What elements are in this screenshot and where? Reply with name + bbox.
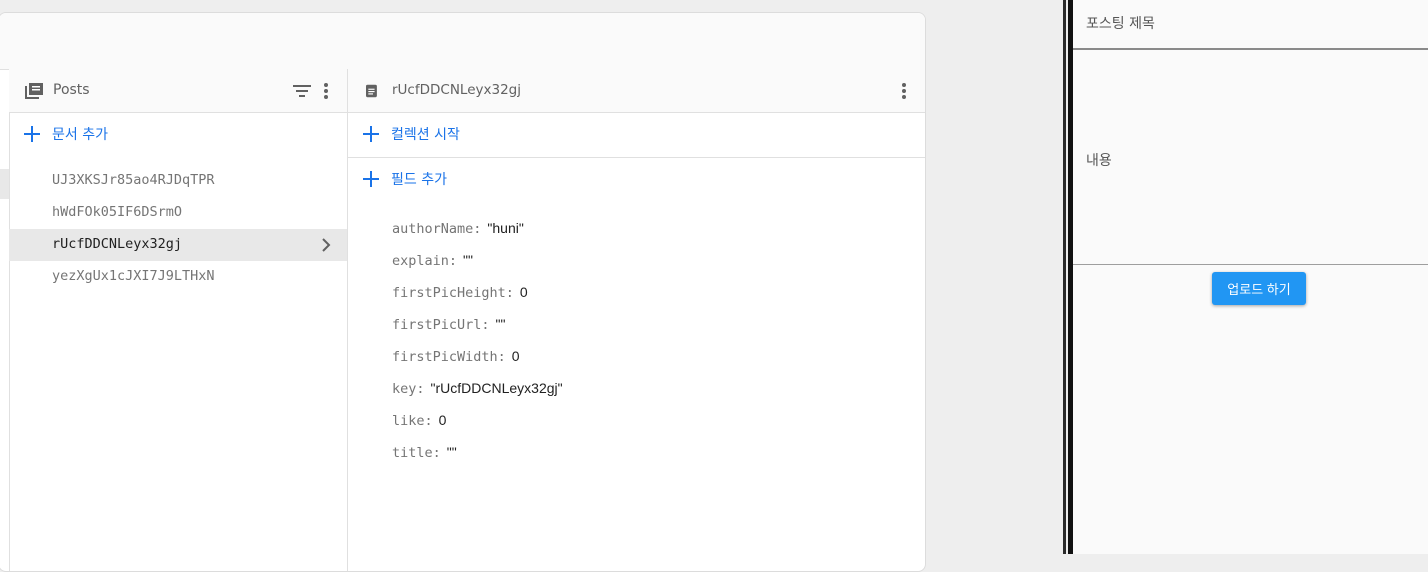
plus-icon: [23, 125, 41, 143]
document-more-menu-icon[interactable]: [893, 80, 915, 102]
field-value: "": [463, 252, 473, 268]
field-row[interactable]: like: 0: [348, 405, 925, 437]
post-content-field[interactable]: 내용: [1073, 50, 1428, 265]
field-key: like:: [392, 413, 433, 429]
field-value: "": [495, 316, 506, 332]
field-key: firstPicWidth:: [392, 349, 506, 365]
filter-icon[interactable]: [291, 80, 313, 102]
posts-column-header: Posts: [9, 69, 347, 113]
document-list-item-selected[interactable]: rUcfDDCNLeyx32gj: [9, 229, 347, 261]
post-title-placeholder: 포스팅 제목: [1086, 16, 1155, 32]
document-icon: [366, 84, 377, 98]
field-row[interactable]: title: "": [348, 437, 925, 469]
selected-collection-highlight[interactable]: [0, 169, 9, 199]
document-list-item[interactable]: UJ3XKSJr85ao4RJDqTPR: [9, 165, 347, 197]
field-value: "rUcfDDCNLeyx32gj": [430, 380, 563, 396]
panel-top-bar: [0, 13, 925, 70]
document-id: rUcfDDCNLeyx32gj: [52, 236, 183, 252]
field-value: 0: [511, 348, 520, 364]
field-key: explain:: [392, 253, 458, 269]
field-key: key:: [392, 381, 425, 397]
field-row[interactable]: key: "rUcfDDCNLeyx32gj": [348, 373, 925, 405]
field-row[interactable]: firstPicWidth: 0: [348, 341, 925, 373]
field-key: title:: [392, 445, 441, 461]
upload-post-screen: 포스팅 제목 내용 업로드 하기: [1073, 0, 1428, 554]
field-key: firstPicHeight:: [392, 285, 514, 301]
field-row[interactable]: authorName: "huni": [348, 213, 925, 245]
field-row[interactable]: firstPicUrl: "": [348, 309, 925, 341]
field-value: "": [446, 444, 457, 460]
document-detail-column: rUcfDDCNLeyx32gj 컬렉션 시작 필드 추가 authorName…: [348, 69, 925, 571]
document-list: UJ3XKSJr85ao4RJDqTPR hWdFOk05IF6DSrmO rU…: [9, 165, 347, 293]
document-id: yezXgUx1cJXI7J9LTHxN: [52, 268, 215, 284]
post-content-placeholder: 내용: [1086, 153, 1112, 169]
posts-collection-column: Posts 문서 추가 UJ3XKSJr85ao4RJDqTPR hWdFOk0…: [9, 69, 348, 571]
field-row[interactable]: firstPicHeight: 0: [348, 277, 925, 309]
field-value: 0: [519, 284, 528, 300]
document-column-title: rUcfDDCNLeyx32gj: [392, 82, 521, 98]
add-document-button[interactable]: 문서 추가: [9, 113, 347, 157]
field-value: 0: [438, 412, 447, 428]
posts-more-menu-icon[interactable]: [315, 80, 337, 102]
plus-icon: [362, 125, 380, 143]
field-row[interactable]: explain: "": [348, 245, 925, 277]
plus-icon: [362, 170, 380, 188]
document-id: UJ3XKSJr85ao4RJDqTPR: [52, 172, 215, 188]
field-value: "huni": [487, 220, 524, 236]
document-list-item[interactable]: yezXgUx1cJXI7J9LTHxN: [9, 261, 347, 293]
document-column-header: rUcfDDCNLeyx32gj: [348, 69, 925, 113]
upload-button[interactable]: 업로드 하기: [1212, 272, 1306, 305]
chevron-right-icon: [322, 238, 331, 252]
document-list-item[interactable]: hWdFOk05IF6DSrmO: [9, 197, 347, 229]
posts-column-title: Posts: [53, 82, 90, 98]
post-title-field[interactable]: 포스팅 제목: [1073, 0, 1428, 50]
collection-icon: [25, 83, 43, 99]
field-list: authorName: "huni" explain: "" firstPicHei…: [348, 213, 925, 469]
field-key: firstPicUrl:: [392, 317, 490, 333]
field-key: authorName:: [392, 221, 482, 237]
add-field-button[interactable]: 필드 추가: [348, 158, 925, 202]
add-document-label: 문서 추가: [52, 127, 108, 143]
start-collection-button[interactable]: 컬렉션 시작: [348, 113, 925, 157]
add-field-label: 필드 추가: [391, 172, 447, 188]
start-collection-label: 컬렉션 시작: [391, 127, 460, 143]
firestore-data-panel: Posts 문서 추가 UJ3XKSJr85ao4RJDqTPR hWdFOk0…: [0, 12, 926, 572]
document-id: hWdFOk05IF6DSrmO: [52, 204, 183, 220]
device-frame-edge: [1063, 0, 1066, 554]
